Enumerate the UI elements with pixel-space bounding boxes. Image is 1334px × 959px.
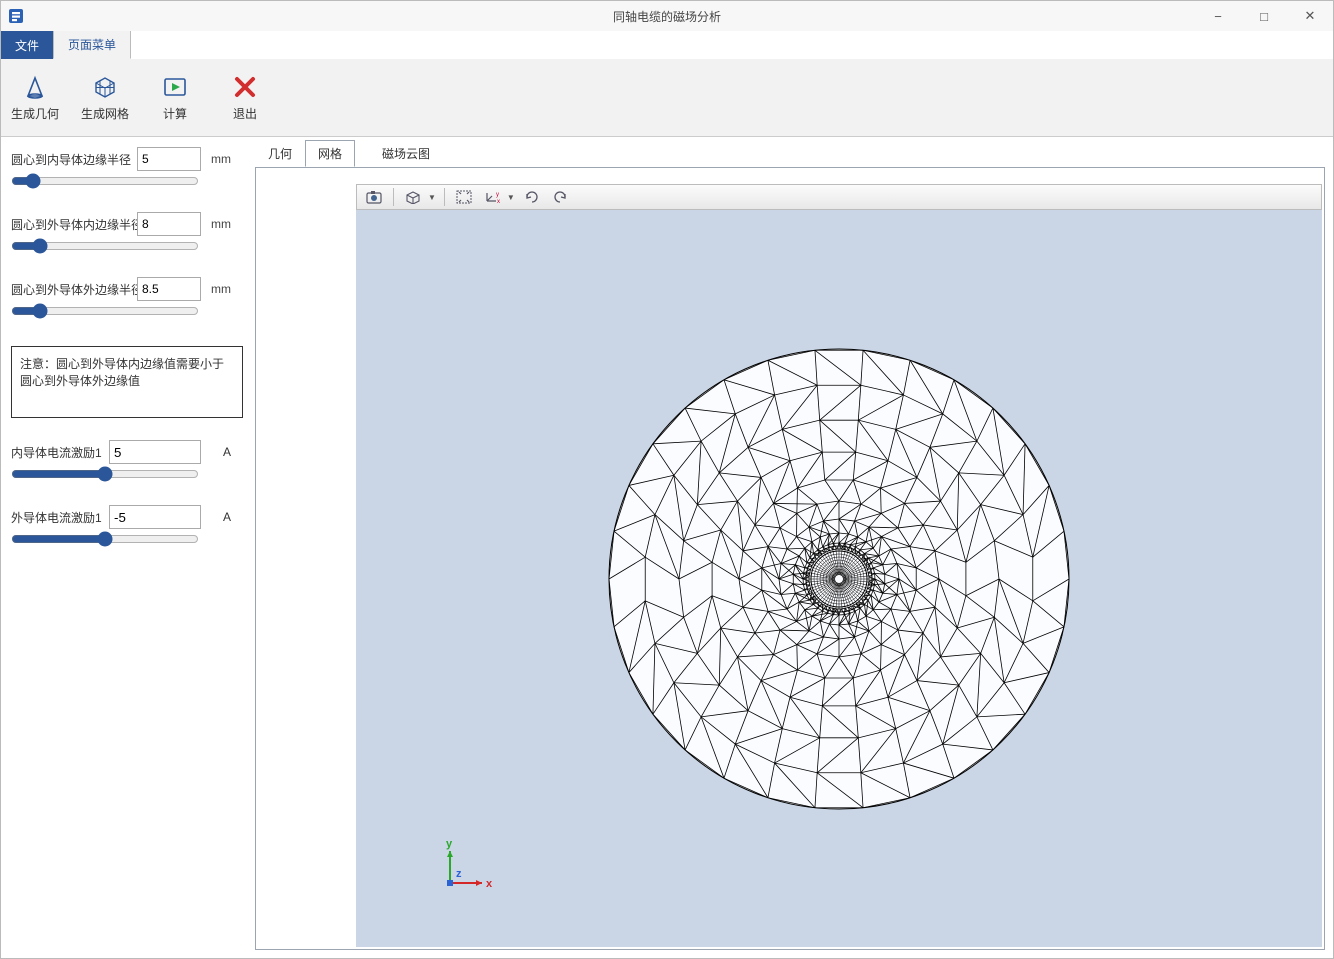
view-toolbar: ▼ yx ▼ (356, 184, 1322, 210)
tab-file-label: 文件 (15, 37, 39, 54)
tab-geometry[interactable]: 几何 (255, 140, 305, 167)
param-r3-input[interactable] (137, 277, 201, 301)
note-box: 注意：圆心到外导体内边缘值需要小于圆心到外导体外边缘值 (11, 346, 243, 418)
compute-label: 计算 (163, 105, 187, 122)
content-area: 圆心到内导体边缘半径 mm 圆心到外导体内边缘半径 mm 圆心到外导体外边缘半径 (1, 137, 1333, 958)
compute-button[interactable]: 计算 (151, 73, 199, 122)
toolbar-separator (444, 188, 445, 206)
param-i2-unit: A (207, 510, 231, 524)
param-i1-input[interactable] (109, 440, 201, 464)
toolbar-separator (393, 188, 394, 206)
param-r3-unit: mm (207, 282, 231, 296)
param-r3-slider[interactable] (11, 303, 199, 319)
close-button[interactable]: ✕ (1287, 1, 1333, 31)
compute-icon (161, 73, 189, 101)
tab-mesh[interactable]: 网格 (305, 140, 355, 167)
minimize-button[interactable]: − (1195, 1, 1241, 31)
param-r3: 圆心到外导体外边缘半径 mm (11, 277, 243, 301)
param-r1: 圆心到内导体边缘半径 mm (11, 147, 243, 171)
svg-text:y: y (496, 192, 499, 198)
build-mesh-button[interactable]: 生成网格 (81, 73, 129, 122)
tab-field-plot[interactable]: 磁场云图 (369, 140, 443, 167)
param-i2-slider[interactable] (11, 531, 199, 547)
axis-x-label: x (486, 878, 493, 890)
mesh-icon (91, 73, 119, 101)
dropdown-caret-icon[interactable]: ▼ (507, 193, 515, 202)
app-window: 同轴电缆的磁场分析 − □ ✕ 文件 页面菜单 生成几何 (0, 0, 1334, 959)
note-text: 注意：圆心到外导体内边缘值需要小于圆心到外导体外边缘值 (20, 357, 224, 388)
menubar: 文件 页面菜单 (1, 31, 1333, 59)
viewer-tabs: 几何 网格 磁场云图 (255, 143, 1325, 167)
titlebar: 同轴电缆的磁场分析 − □ ✕ (1, 1, 1333, 31)
maximize-icon: □ (1260, 9, 1268, 24)
tab-mesh-label: 网格 (318, 147, 342, 161)
maximize-button[interactable]: □ (1241, 1, 1287, 31)
param-i2-input[interactable] (109, 505, 201, 529)
axis-y-label: y (446, 838, 453, 850)
param-r2-label: 圆心到外导体内边缘半径 (11, 216, 131, 233)
param-r2-slider[interactable] (11, 238, 199, 254)
viewer-panel: 几何 网格 磁场云图 ▼ (251, 137, 1333, 958)
param-i2: 外导体电流激励1 A (11, 505, 243, 529)
close-icon: ✕ (1305, 8, 1316, 24)
zoom-extents-button[interactable] (453, 187, 475, 207)
view-mode-button[interactable] (402, 187, 424, 207)
rotate-ccw-button[interactable] (549, 187, 571, 207)
build-geometry-label: 生成几何 (11, 105, 59, 122)
app-icon (1, 1, 31, 31)
exit-button[interactable]: 退出 (221, 73, 269, 122)
param-i1: 内导体电流激励1 A (11, 440, 243, 464)
param-r2: 圆心到外导体内边缘半径 mm (11, 212, 243, 236)
param-i2-label: 外导体电流激励1 (11, 509, 103, 526)
exit-icon (231, 73, 259, 101)
mesh-visualization (599, 339, 1079, 819)
window-title: 同轴电缆的磁场分析 (613, 8, 721, 25)
param-r1-slider[interactable] (11, 173, 199, 189)
minimize-icon: − (1214, 9, 1222, 24)
tab-page-menu[interactable]: 页面菜单 (53, 31, 131, 59)
exit-label: 退出 (233, 105, 257, 122)
viewer-frame: ▼ yx ▼ (255, 167, 1325, 950)
dropdown-caret-icon[interactable]: ▼ (428, 193, 436, 202)
tab-field-plot-label: 磁场云图 (382, 147, 430, 161)
rotate-cw-button[interactable] (521, 187, 543, 207)
param-i1-unit: A (207, 445, 231, 459)
geometry-icon (21, 73, 49, 101)
graphics-viewport[interactable]: x y z (356, 210, 1322, 947)
parameter-sidebar: 圆心到内导体边缘半径 mm 圆心到外导体内边缘半径 mm 圆心到外导体外边缘半径 (1, 137, 251, 958)
param-i1-label: 内导体电流激励1 (11, 444, 103, 461)
ribbon: 生成几何 生成网格 计算 (1, 59, 1333, 137)
param-r1-unit: mm (207, 152, 231, 166)
snapshot-button[interactable] (363, 187, 385, 207)
tab-page-label: 页面菜单 (68, 36, 116, 53)
param-r1-input[interactable] (137, 147, 201, 171)
param-i1-slider[interactable] (11, 466, 199, 482)
window-controls: − □ ✕ (1195, 1, 1333, 31)
tab-file[interactable]: 文件 (1, 31, 53, 59)
param-r1-label: 圆心到内导体边缘半径 (11, 151, 131, 168)
axes-orientation-button[interactable]: yx (481, 187, 503, 207)
tab-geometry-label: 几何 (268, 147, 292, 161)
param-r2-input[interactable] (137, 212, 201, 236)
build-mesh-label: 生成网格 (81, 105, 129, 122)
param-r2-unit: mm (207, 217, 231, 231)
svg-text:x: x (497, 199, 500, 204)
param-r3-label: 圆心到外导体外边缘半径 (11, 281, 131, 298)
coordinate-axes: x y z (436, 837, 496, 897)
axis-z-label: z (456, 868, 462, 880)
build-geometry-button[interactable]: 生成几何 (11, 73, 59, 122)
